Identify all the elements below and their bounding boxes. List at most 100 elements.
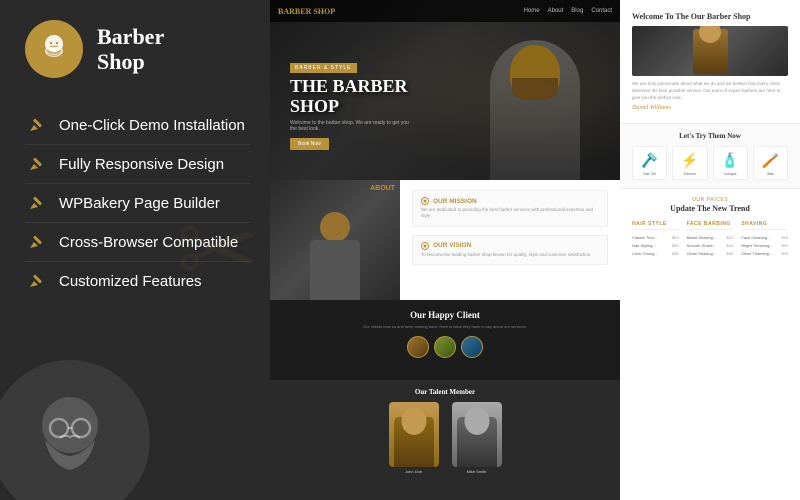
team-name-1: John Doe bbox=[386, 469, 441, 474]
feature-item-cross-browser: Cross-Browser Compatible bbox=[25, 223, 250, 262]
mission-icon bbox=[421, 197, 429, 205]
preview-nav-links: Home About Blog Contact bbox=[524, 8, 612, 14]
vision-icon bbox=[421, 242, 429, 250]
price-row-5: Smooth Shave... $25 bbox=[687, 241, 734, 249]
preview-nav: BARBER SHOP Home About Blog Contact bbox=[270, 0, 620, 22]
feature-label-cross-browser: Cross-Browser Compatible bbox=[59, 234, 238, 251]
team-section: Our Talent Member John Doe bbox=[270, 380, 620, 500]
nav-link-contact[interactable]: Contact bbox=[591, 8, 612, 14]
team-member-2: Mike Smith bbox=[449, 402, 504, 474]
pricing-col-hair: HAIR STYLE Classic Trim... $20 Hair Styl… bbox=[632, 221, 679, 257]
feature-label-customized: Customized Features bbox=[59, 273, 202, 290]
product-icon-1: 🪒 bbox=[636, 150, 663, 172]
nav-link-about[interactable]: About bbox=[548, 8, 564, 14]
team-head-2 bbox=[464, 407, 489, 435]
person-beard bbox=[512, 78, 558, 100]
price-row-7: Face Cleaning... $15 bbox=[741, 233, 788, 241]
wrench-icon-3 bbox=[25, 194, 47, 212]
clients-title: Our Happy Client bbox=[282, 310, 608, 320]
feature-label-wpbakery: WPBakery Page Builder bbox=[59, 195, 220, 212]
client-avatar-3 bbox=[461, 336, 483, 358]
feature-item-customized: Customized Features bbox=[25, 262, 250, 300]
client-avatar-2 bbox=[434, 336, 456, 358]
feature-label-responsive: Fully Responsive Design bbox=[59, 156, 224, 173]
left-panel: ✂ Barber Shop bbox=[0, 0, 270, 500]
products-section: Let's Try Them Now 🪒 Hair Gel ⚡ Trimmer … bbox=[620, 124, 800, 189]
logo-text: Barber Shop bbox=[97, 24, 164, 75]
pricing-col-shaving: SHAVING Face Cleaning... $15 Bright Trim… bbox=[741, 221, 788, 257]
welcome-image bbox=[632, 26, 788, 76]
barber-logo-icon bbox=[37, 32, 71, 66]
wrench-icon-1 bbox=[25, 116, 47, 134]
welcome-text: We are truly passionate about what we do… bbox=[632, 81, 788, 101]
pricing-header: Update The New Trend bbox=[632, 204, 788, 213]
team-head-1 bbox=[401, 407, 426, 435]
welcome-signature: Daniel Williams bbox=[632, 105, 788, 111]
beard-svg bbox=[10, 380, 130, 500]
product-card-1: 🪒 Hair Gel bbox=[632, 146, 667, 180]
team-photo-2 bbox=[452, 402, 502, 467]
price-row-4: Beard Shaving... $20 bbox=[687, 233, 734, 241]
preview-middle-section: ABOUT OUR MISSION We are dedicated to pr… bbox=[270, 180, 620, 300]
logo-circle bbox=[25, 20, 83, 78]
feature-label-one-click: One-Click Demo Installation bbox=[59, 117, 245, 134]
product-name-3: Cologne bbox=[717, 172, 744, 176]
product-icon-4: 🪥 bbox=[757, 150, 784, 172]
nav-link-home[interactable]: Home bbox=[524, 8, 540, 14]
preview-container: BARBER SHOP Home About Blog Contact BARB… bbox=[270, 0, 800, 500]
price-row-1: Classic Trim... $20 bbox=[632, 233, 679, 241]
hero-title: THE BARBER SHOP bbox=[290, 77, 410, 117]
barber-figure bbox=[310, 212, 360, 300]
clients-text: Our clients love us and keep coming back… bbox=[282, 324, 608, 330]
pricing-grid: HAIR STYLE Classic Trim... $20 Hair Styl… bbox=[632, 221, 788, 257]
preview-right-col: Welcome To The Our Barber Shop We are tr… bbox=[620, 0, 800, 500]
price-row-8: Bright Trimming... $20 bbox=[741, 241, 788, 249]
mission-area: OUR MISSION We are dedicated to providin… bbox=[400, 180, 620, 300]
pricing-cat-hair: HAIR STYLE bbox=[632, 221, 679, 230]
welcome-head bbox=[699, 26, 721, 43]
hero-book-button[interactable]: Book Now bbox=[290, 138, 329, 150]
hero-person-image bbox=[480, 20, 590, 180]
product-card-2: ⚡ Trimmer bbox=[672, 146, 707, 180]
wrench-icon-4 bbox=[25, 233, 47, 251]
price-row-9: Other Trimming... $25 bbox=[741, 249, 788, 257]
preview-left-col: BARBER SHOP Home About Blog Contact BARB… bbox=[270, 0, 620, 500]
about-label: ABOUT bbox=[370, 185, 395, 192]
person-silhouette bbox=[490, 40, 580, 180]
logo-name-line1: Barber bbox=[97, 24, 164, 49]
happy-clients-section: Our Happy Client Our clients love us and… bbox=[270, 300, 620, 380]
preview-hero-section: BARBER SHOP Home About Blog Contact BARB… bbox=[270, 0, 620, 180]
hero-content: BARBER & STYLE THE BARBER SHOP Welcome t… bbox=[290, 56, 410, 150]
client-avatars bbox=[282, 336, 608, 358]
welcome-barber bbox=[693, 29, 728, 74]
mission-card: OUR MISSION We are dedicated to providin… bbox=[412, 190, 608, 227]
product-icon-3: 🧴 bbox=[717, 150, 744, 172]
preview-nav-logo: BARBER SHOP bbox=[278, 7, 335, 16]
price-row-2: Hair Styling... $25 bbox=[632, 241, 679, 249]
product-name-4: Wax bbox=[757, 172, 784, 176]
feature-item-wpbakery: WPBakery Page Builder bbox=[25, 184, 250, 223]
wrench-icon-5 bbox=[25, 272, 47, 290]
client-avatar-1 bbox=[407, 336, 429, 358]
team-title: Our Talent Member bbox=[282, 388, 608, 396]
team-photo-1 bbox=[389, 402, 439, 467]
product-name-2: Trimmer bbox=[676, 172, 703, 176]
feature-item-one-click: One-Click Demo Installation bbox=[25, 106, 250, 145]
pricing-col-face: FACE BARBING Beard Shaving... $20 Smooth… bbox=[687, 221, 734, 257]
pricing-cat-shaving: SHAVING bbox=[741, 221, 788, 230]
product-icon-2: ⚡ bbox=[676, 150, 703, 172]
wrench-icon-2 bbox=[25, 155, 47, 173]
about-image: ABOUT bbox=[270, 180, 400, 300]
welcome-title: Welcome To The Our Barber Shop bbox=[632, 12, 788, 21]
feature-item-responsive: Fully Responsive Design bbox=[25, 145, 250, 184]
products-row: 🪒 Hair Gel ⚡ Trimmer 🧴 Cologne 🪥 Wax bbox=[632, 146, 788, 180]
logo-area: Barber Shop bbox=[25, 20, 164, 78]
hero-badge: BARBER & STYLE bbox=[290, 63, 357, 73]
vision-card: OUR VISION To become the leading barber … bbox=[412, 235, 608, 265]
product-card-3: 🧴 Cologne bbox=[713, 146, 748, 180]
nav-link-blog[interactable]: Blog bbox=[571, 8, 583, 14]
barber-head bbox=[320, 212, 350, 242]
price-row-3: Color Toning... $35 bbox=[632, 249, 679, 257]
price-row-6: Clean Shaving... $30 bbox=[687, 249, 734, 257]
team-name-2: Mike Smith bbox=[449, 469, 504, 474]
